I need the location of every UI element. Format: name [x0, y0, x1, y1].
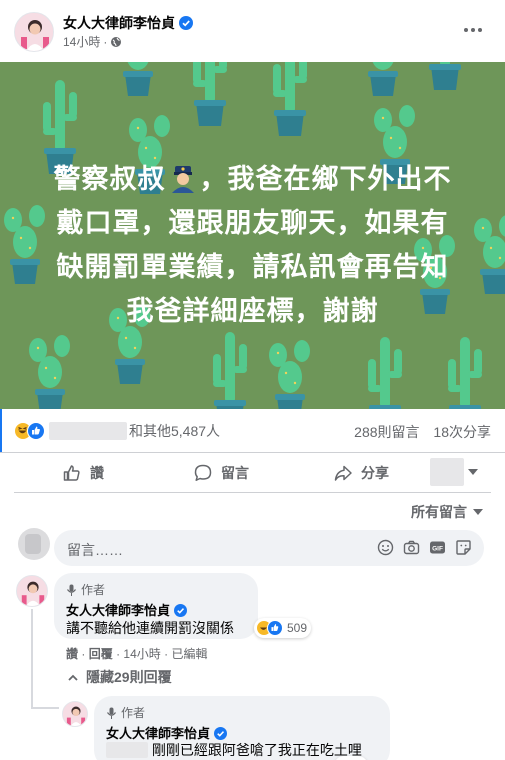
- reply-text-row: 剛剛已經跟阿爸嗆了我正在吃土哩: [106, 740, 362, 760]
- caption-line-3: 缺開罰單業績，請私訊會再告知: [56, 252, 449, 282]
- share-button[interactable]: 分享: [333, 458, 389, 488]
- comment-reactions[interactable]: 509: [254, 618, 312, 638]
- actions-divider: [14, 492, 491, 493]
- caption-line-1a: 警察叔叔: [53, 164, 166, 194]
- blurred-mention: [106, 742, 148, 758]
- like-label: 讚: [90, 465, 104, 481]
- emoji-icon[interactable]: [377, 539, 394, 556]
- verified-badge-icon: [174, 604, 188, 617]
- hide-replies-button[interactable]: 隱藏29則回覆: [68, 667, 172, 687]
- post-meta: 14小時 ·: [63, 33, 122, 50]
- comment-like-link[interactable]: 讚: [66, 647, 78, 661]
- comment-meta: 讚 · 回覆 · 14小時 · 已編輯: [66, 645, 207, 662]
- gif-icon[interactable]: GIF: [429, 539, 446, 556]
- composer-avatar[interactable]: [18, 528, 50, 560]
- reply-author-tag-label: 作者: [121, 706, 146, 720]
- comment-sort-dropdown[interactable]: 所有留言: [411, 502, 483, 522]
- share-count[interactable]: 18次分享: [433, 424, 491, 440]
- thumbs-up-icon: [63, 465, 80, 481]
- share-arrow-icon: [334, 465, 352, 481]
- author-tag: 作者: [66, 581, 105, 598]
- meta-dot: ·: [116, 647, 121, 661]
- meta-separator: ·: [103, 34, 108, 49]
- comment-icon: [194, 464, 212, 481]
- comment-edited: 已編輯: [171, 647, 208, 661]
- post-image[interactable]: 警察叔叔 ，我爸在鄉下外出不 戴口罩，還跟朋友聊天，如果有 缺開罰單業績，請私訊會…: [0, 62, 505, 409]
- image-caption: 警察叔叔 ，我爸在鄉下外出不 戴口罩，還跟朋友聊天，如果有 缺開罰單業績，請私訊會…: [20, 157, 485, 333]
- like-reaction-icon: [27, 422, 45, 440]
- comment-input[interactable]: 留言…… GIF: [54, 530, 484, 566]
- reaction-summary[interactable]: 和其他5,487人: [14, 421, 220, 441]
- meta-dot: ·: [164, 647, 169, 661]
- commenter-avatar[interactable]: [16, 575, 48, 607]
- camera-icon[interactable]: [403, 539, 420, 556]
- caption-line-4: 我爸詳細座標，謝謝: [126, 296, 379, 326]
- engagement-counts: 288則留言 18次分享: [354, 422, 491, 442]
- reply-text: 剛剛已經跟阿爸嗆了我正在吃土哩: [151, 742, 362, 758]
- globe-icon: [111, 36, 122, 47]
- post-time[interactable]: 14小時: [63, 33, 100, 50]
- caption-line-2: 戴口罩，還跟朋友聊天，如果有: [56, 208, 449, 238]
- comment-text: 講不聽給他連續開罰沒關係: [66, 620, 234, 636]
- reply-name-text[interactable]: 女人大律師李怡貞: [106, 726, 210, 741]
- like-reaction-icon: [267, 620, 283, 636]
- thread-line-vertical: [31, 609, 33, 709]
- microphone-icon: [107, 707, 116, 719]
- facebook-post: 女人大律師李怡貞 14小時 · 警察叔叔 ，我爸在鄉下外出不 戴口罩，還跟朋友聊…: [0, 0, 505, 760]
- author-name-text[interactable]: 女人大律師李怡貞: [63, 15, 175, 31]
- meta-dot: ·: [81, 647, 86, 661]
- reply-avatar[interactable]: [62, 701, 88, 727]
- author-tag-label: 作者: [81, 583, 106, 597]
- reply-reactions[interactable]: [334, 756, 368, 760]
- comment-count[interactable]: 288則留言: [354, 424, 419, 440]
- police-officer-icon: [171, 166, 194, 193]
- svg-text:GIF: GIF: [432, 545, 443, 552]
- audience-selector[interactable]: [430, 458, 478, 486]
- microphone-icon: [67, 584, 76, 596]
- commenter-name[interactable]: 女人大律師李怡貞: [66, 600, 188, 619]
- reactions-bar: 和其他5,487人 288則留言 18次分享: [0, 409, 505, 453]
- composer-tools: GIF: [377, 539, 472, 556]
- comment-button[interactable]: 留言: [193, 458, 249, 488]
- comment-reply-link[interactable]: 回覆: [89, 647, 113, 661]
- like-button[interactable]: 讚: [62, 458, 104, 488]
- reply-author-tag: 作者: [106, 704, 145, 721]
- more-options-icon[interactable]: [459, 18, 487, 42]
- blurred-profile-avatar: [430, 458, 464, 486]
- caption-line-1: 警察叔叔 ，我爸在鄉下外出不: [20, 157, 485, 201]
- comment-reaction-count: 509: [287, 621, 308, 635]
- sort-label: 所有留言: [411, 504, 467, 520]
- comment-time[interactable]: 14小時: [123, 647, 160, 661]
- author-name[interactable]: 女人大律師李怡貞: [63, 13, 193, 33]
- commenter-name-text[interactable]: 女人大律師李怡貞: [66, 603, 170, 618]
- hide-replies-label: 隱藏29則回覆: [86, 669, 172, 685]
- caret-down-icon: [468, 469, 478, 475]
- verified-badge-icon: [179, 16, 193, 30]
- reaction-others-count[interactable]: 和其他5,487人: [129, 421, 220, 441]
- sticker-icon[interactable]: [455, 539, 472, 556]
- share-label: 分享: [361, 465, 389, 481]
- thread-line-branch: [31, 707, 59, 709]
- comment-placeholder: 留言……: [67, 542, 123, 558]
- chevron-up-icon: [68, 674, 78, 681]
- post-header: 女人大律師李怡貞 14小時 ·: [0, 0, 505, 62]
- verified-badge-icon: [214, 727, 228, 740]
- blurred-names: [49, 422, 127, 440]
- caret-down-icon: [473, 509, 483, 515]
- author-avatar[interactable]: [14, 12, 54, 52]
- caption-line-1b: ，我爸在鄉下外出不: [199, 164, 452, 194]
- comment-label: 留言: [221, 465, 249, 481]
